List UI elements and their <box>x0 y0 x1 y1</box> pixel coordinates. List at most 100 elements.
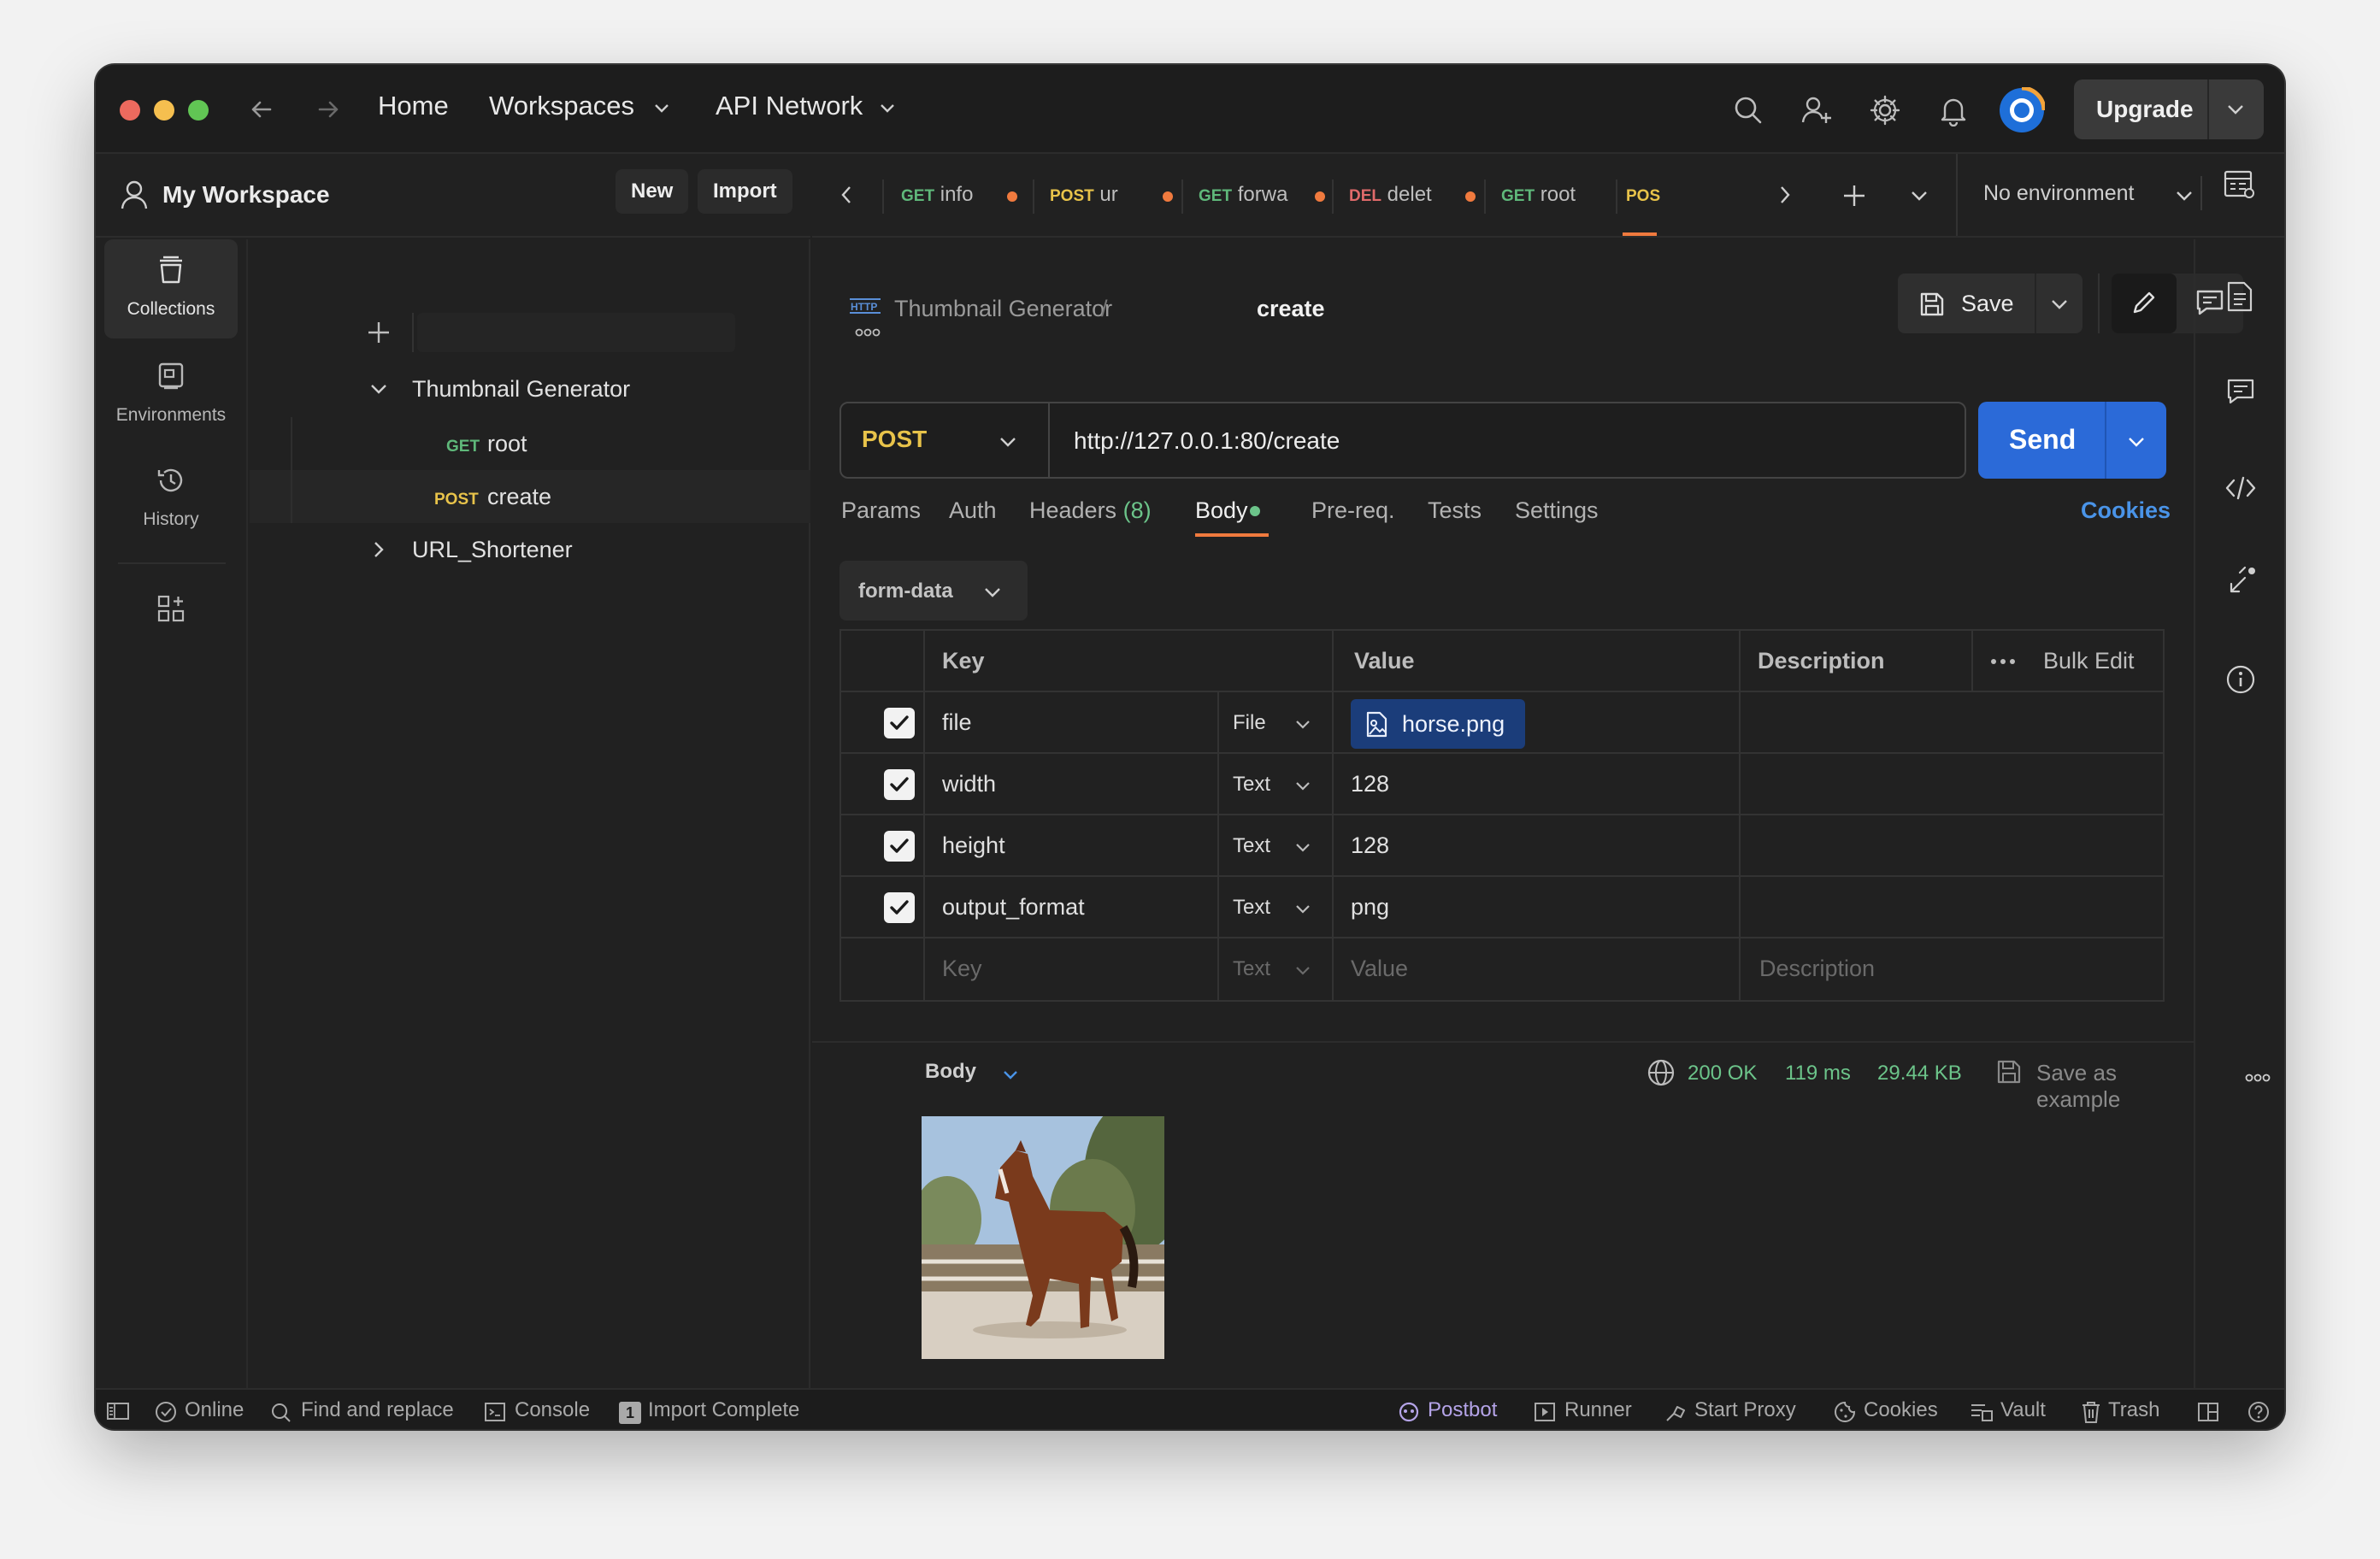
tab-tests[interactable]: Tests <box>1428 497 1482 524</box>
environment-selector[interactable]: No environment <box>1958 154 2214 236</box>
breadcrumb-request[interactable]: create <box>1257 296 1325 322</box>
tab-get-forward[interactable]: GET forwa <box>1183 154 1332 236</box>
row-key[interactable]: width <box>942 771 996 797</box>
forward-arrow-icon[interactable] <box>315 96 342 123</box>
chevron-down-icon[interactable] <box>1002 1070 1019 1080</box>
tab-headers[interactable]: Headers (8) <box>1029 497 1152 524</box>
new-value-input[interactable]: Value <box>1351 956 1408 982</box>
tab-prereq[interactable]: Pre-req. <box>1311 497 1395 524</box>
chevron-down-icon[interactable] <box>369 383 388 395</box>
row-key[interactable]: output_format <box>942 894 1085 921</box>
row-key[interactable]: file <box>942 709 972 736</box>
tab-get-root[interactable]: GET root <box>1486 154 1614 236</box>
chevron-down-icon[interactable] <box>2050 298 2069 310</box>
chevron-down-icon[interactable] <box>2127 436 2146 448</box>
tab-auth[interactable]: Auth <box>949 497 997 524</box>
nav-workspaces[interactable]: Workspaces <box>489 91 634 121</box>
row-value[interactable]: png <box>1351 894 1389 921</box>
row-type-select[interactable]: File <box>1233 711 1266 735</box>
new-key-input[interactable]: Key <box>942 956 982 982</box>
request-item-active[interactable]: POST create <box>250 470 810 523</box>
cookies-button[interactable]: Cookies <box>1864 1398 1938 1422</box>
row-key[interactable]: height <box>942 832 1005 859</box>
minimize-window-button[interactable] <box>154 100 174 121</box>
info-icon[interactable] <box>2224 663 2257 696</box>
chevron-right-icon[interactable] <box>373 540 385 559</box>
import-button[interactable]: Import <box>698 169 792 214</box>
new-description-input[interactable]: Description <box>1759 956 1875 982</box>
row-value[interactable]: 128 <box>1351 771 1389 797</box>
search-collections-input[interactable] <box>417 313 735 352</box>
sidebar-item-history[interactable]: History <box>104 450 238 549</box>
code-icon[interactable] <box>2224 475 2257 501</box>
method-select[interactable]: POST <box>841 403 1050 477</box>
toggle-sidebar-icon[interactable] <box>106 1402 130 1421</box>
row-checkbox[interactable] <box>884 831 915 862</box>
import-complete-status[interactable]: Import Complete <box>648 1398 799 1422</box>
chevron-down-icon[interactable] <box>1294 843 1311 853</box>
save-button[interactable]: Save <box>1898 274 2082 333</box>
comments-icon[interactable] <box>2226 378 2255 405</box>
upgrade-button[interactable]: Upgrade <box>2074 79 2264 139</box>
invite-user-icon[interactable] <box>1800 94 1833 126</box>
request-item[interactable]: GET root <box>250 417 810 470</box>
tab-get-info[interactable]: GET info <box>886 154 1031 236</box>
breadcrumb-collection[interactable]: Thumbnail Generator <box>894 296 1112 322</box>
search-icon[interactable] <box>1732 94 1764 126</box>
avatar[interactable] <box>1999 87 2045 133</box>
chevron-down-icon[interactable] <box>1294 720 1311 730</box>
help-icon[interactable] <box>2247 1400 2271 1424</box>
chevron-down-icon[interactable] <box>1910 190 1929 202</box>
url-input[interactable]: http://127.0.0.1:80/create <box>1074 427 1340 455</box>
tab-settings[interactable]: Settings <box>1515 497 1599 524</box>
start-proxy-button[interactable]: Start Proxy <box>1694 1398 1796 1422</box>
online-status[interactable]: Online <box>185 1398 244 1422</box>
layout-icon[interactable] <box>2197 1402 2219 1422</box>
postbot-button[interactable]: Postbot <box>1428 1398 1497 1422</box>
row-checkbox[interactable] <box>884 769 915 800</box>
collection-item[interactable]: URL_Shortener <box>250 523 810 576</box>
chevron-down-icon[interactable] <box>1294 966 1311 976</box>
file-chip[interactable]: horse.png <box>1351 699 1525 749</box>
add-icon[interactable] <box>366 320 392 345</box>
save-as-example-button[interactable]: Save as example <box>2036 1060 2194 1113</box>
console-button[interactable]: Console <box>515 1398 590 1422</box>
bulk-edit-button[interactable]: Bulk Edit <box>2043 648 2135 674</box>
sidebar-item-collections[interactable]: Collections <box>104 239 238 338</box>
gear-icon[interactable] <box>1869 94 1901 126</box>
workspace-title[interactable]: My Workspace <box>162 181 330 209</box>
chevron-down-icon[interactable] <box>1294 904 1311 915</box>
row-type-select[interactable]: Text <box>1233 834 1270 858</box>
send-button[interactable]: Send <box>1978 402 2166 479</box>
chevron-left-icon[interactable] <box>839 185 853 205</box>
related-collections-icon[interactable] <box>2226 564 2259 597</box>
save-example-icon[interactable] <box>1995 1058 2023 1085</box>
row-type-select[interactable]: Text <box>1233 896 1270 920</box>
documentation-icon[interactable] <box>2226 280 2253 313</box>
chevron-down-icon[interactable] <box>1294 781 1311 791</box>
tab-params[interactable]: Params <box>841 497 921 524</box>
new-tab-plus-icon[interactable] <box>1841 183 1867 209</box>
workspace-overview-icon[interactable] <box>2223 169 2255 200</box>
edit-mode-button[interactable] <box>2112 274 2177 333</box>
bell-icon[interactable] <box>1937 94 1970 126</box>
chevron-down-icon[interactable] <box>2226 103 2245 115</box>
nav-home[interactable]: Home <box>378 91 449 121</box>
zoom-window-button[interactable] <box>188 100 209 121</box>
trash-button[interactable]: Trash <box>2108 1398 2159 1422</box>
row-type-select[interactable]: Text <box>1233 957 1270 981</box>
chevron-down-icon[interactable] <box>653 103 670 115</box>
globe-icon[interactable] <box>1647 1058 1676 1087</box>
chevron-down-icon[interactable] <box>879 103 896 115</box>
vault-button[interactable]: Vault <box>2000 1398 2046 1422</box>
new-button[interactable]: New <box>616 169 689 214</box>
tab-post-create-active[interactable]: POS <box>1617 154 1677 236</box>
tab-post-ur[interactable]: POST ur <box>1034 154 1180 236</box>
response-size[interactable]: 29.44 KB <box>1877 1062 1962 1085</box>
status-code[interactable]: 200 OK <box>1688 1062 1757 1085</box>
row-checkbox[interactable] <box>884 892 915 923</box>
body-mode-select[interactable]: form-data <box>839 561 1028 621</box>
apps-grid-icon[interactable] <box>156 593 186 624</box>
row-value[interactable]: 128 <box>1351 832 1389 859</box>
chevron-right-icon[interactable] <box>1778 185 1792 205</box>
